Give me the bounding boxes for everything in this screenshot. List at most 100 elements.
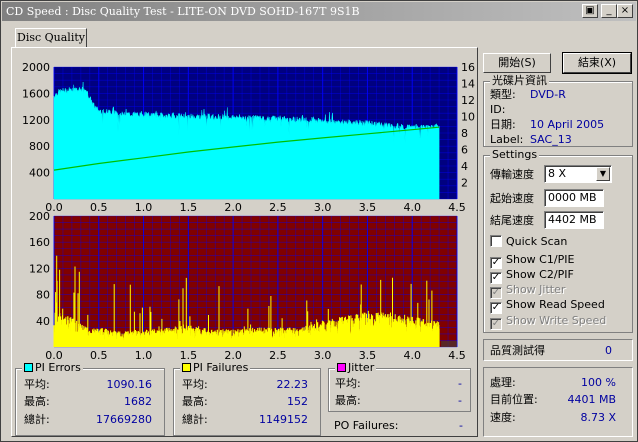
x-tick-label: 1.0 <box>135 201 153 214</box>
disc-label-label: Label: <box>490 133 524 146</box>
y-tick-label: 2000 <box>22 61 50 74</box>
y2-tick-label: 12 <box>461 94 475 107</box>
pi-errors-max-label: 最高: <box>24 395 50 408</box>
show-read-speed-checkbox[interactable]: ✓ Show Read Speed <box>490 298 605 314</box>
jitter-max: - <box>458 394 462 407</box>
show-jitter-checkbox: ✓ Show Jitter <box>490 283 566 299</box>
x-tick-label: 0.5 <box>90 349 108 362</box>
process-value: 100 % <box>581 376 616 389</box>
show-write-speed-label: Show Write Speed <box>506 314 607 327</box>
start-position-label: 起始速度 <box>490 192 534 205</box>
pi-failures-total-label: 總計: <box>182 413 208 426</box>
pi-failures-avg: 22.23 <box>276 378 309 391</box>
y-tick-label: 120 <box>29 262 50 275</box>
po-failures-value: - <box>459 419 463 432</box>
start-button[interactable]: 開始(S) <box>483 53 551 73</box>
pi-errors-group: PI Errors 平均: 1090.16 最高: 1682 總計: 17669… <box>15 362 165 436</box>
help-button[interactable]: ▣ <box>582 4 598 18</box>
y-tick-label: 160 <box>29 236 50 249</box>
speed-label: 傳輸速度 <box>490 168 534 181</box>
y-tick-label: 200 <box>29 210 50 223</box>
y-tick-label: 1600 <box>22 87 50 100</box>
quality-score-label: 品質測試得 <box>490 344 545 357</box>
show-c2-pif-label: Show C2/PIF <box>506 268 574 281</box>
disc-label-value: SAC_13 <box>530 133 572 146</box>
show-c1-pie-checkbox[interactable]: ✓ Show C1/PIE <box>490 253 575 269</box>
jitter-avg-label: 平均: <box>335 377 361 390</box>
quick-scan-checkbox[interactable]: Quick Scan <box>490 235 567 249</box>
y2-tick-label: 10 <box>461 111 475 124</box>
x-tick-label: 4.5 <box>448 201 466 214</box>
x-tick-label: 2.5 <box>269 349 287 362</box>
jitter-avg: - <box>458 377 462 390</box>
jitter-max-label: 最高: <box>335 394 361 407</box>
pi-failures-chart: 0.0 0.5 1.0 1.5 2.0 2.5 3.0 3.5 4.0 4.52001601208… <box>29 210 466 362</box>
check-icon[interactable]: ✓ <box>490 302 502 314</box>
x-tick-label: 3.5 <box>359 201 377 214</box>
disc-type-value: DVD-R <box>530 88 566 101</box>
quick-scan-box[interactable] <box>490 235 502 247</box>
x-tick-label: 3.0 <box>314 349 332 362</box>
pi-failures-max-label: 最高: <box>182 395 208 408</box>
disc-id-label: ID: <box>490 103 506 116</box>
close-button[interactable]: × <box>617 4 633 18</box>
show-write-speed-checkbox: ✓ Show Write Speed <box>490 314 607 330</box>
plot-end-strip <box>441 341 457 347</box>
jitter-group: Jitter 平均: - 最高: - <box>328 362 471 412</box>
x-tick-label: 4.0 <box>403 349 421 362</box>
show-c2-pif-checkbox[interactable]: ✓ Show C2/PIF <box>490 268 574 284</box>
pi-errors-title: PI Errors <box>35 361 81 374</box>
pi-failures-title: PI Failures <box>193 361 249 374</box>
pi-errors-max: 1682 <box>124 395 152 408</box>
app-window: CD Speed : Disc Quality Test - LITE-ON D… <box>0 0 638 442</box>
check-icon: ✓ <box>490 318 502 330</box>
end-position-input[interactable]: 4402 MB <box>544 211 604 229</box>
jitter-title: Jitter <box>348 361 375 374</box>
pi-errors-swatch <box>24 363 33 372</box>
process-label: 處理: <box>490 376 516 389</box>
progress-box: 處理: 100 % 目前位置: 4401 MB 速度: 8.73 X <box>483 367 633 437</box>
show-jitter-label: Show Jitter <box>506 283 566 296</box>
window-title: CD Speed : Disc Quality Test - LITE-ON D… <box>6 5 360 18</box>
pi-errors-chart: 0.0 0.5 1.0 1.5 2.0 2.5 3.0 3.5 4.0 4.52000160012… <box>22 61 475 214</box>
x-tick-label: 4.5 <box>448 349 466 362</box>
speed-select[interactable]: 8 X ▼ <box>544 165 612 183</box>
y2-tick-label: 2 <box>461 177 468 190</box>
x-tick-label: 4.0 <box>403 201 421 214</box>
settings-title: Settings <box>490 148 540 161</box>
y-tick-label: 80 <box>36 289 50 302</box>
y-tick-label: 1200 <box>22 114 50 127</box>
pi-failures-total: 1149152 <box>259 413 308 426</box>
chevron-down-icon[interactable]: ▼ <box>596 167 610 181</box>
y2-tick-label: 8 <box>461 127 468 140</box>
pi-failures-swatch <box>182 363 191 372</box>
start-position-input[interactable]: 0000 MB <box>544 189 604 207</box>
show-c1-pie-label: Show C1/PIE <box>506 253 575 266</box>
end-button[interactable]: 結束(X) <box>562 52 632 74</box>
y-tick-label: 800 <box>29 140 50 153</box>
y-tick-label: 40 <box>36 315 50 328</box>
quality-score-value: 0 <box>605 344 612 357</box>
quick-scan-label: Quick Scan <box>506 235 568 248</box>
disc-date-label: 日期: <box>490 118 516 131</box>
pi-errors-avg: 1090.16 <box>106 378 153 391</box>
title-bar[interactable]: CD Speed : Disc Quality Test - LITE-ON D… <box>2 2 636 21</box>
show-read-speed-label: Show Read Speed <box>506 298 605 311</box>
disc-info-group: 光碟片資訊 類型: DVD-R ID: 日期: 10 April 2005 La… <box>483 75 633 147</box>
jitter-swatch <box>337 363 346 372</box>
speed-select-value: 8 X <box>548 167 567 180</box>
current-speed-label: 速度: <box>490 411 516 424</box>
y2-tick-label: 4 <box>461 160 468 173</box>
x-tick-label: 1.5 <box>180 201 198 214</box>
minimize-button[interactable]: _ <box>601 4 617 18</box>
x-tick-label: 3.0 <box>314 201 332 214</box>
pi-failures-avg-label: 平均: <box>182 378 208 391</box>
pi-errors-avg-label: 平均: <box>24 378 50 391</box>
pi-failures-group: PI Failures 平均: 22.23 最高: 152 總計: 114915… <box>173 362 321 436</box>
quality-score-box: 品質測試得 0 <box>483 339 633 361</box>
po-failures-label: PO Failures: <box>334 419 399 432</box>
tab-disc-quality[interactable]: Disc Quality <box>15 28 87 48</box>
disc-type-label: 類型: <box>490 88 516 101</box>
y-tick-label: 400 <box>29 167 50 180</box>
pi-errors-total-label: 總計: <box>24 413 50 426</box>
